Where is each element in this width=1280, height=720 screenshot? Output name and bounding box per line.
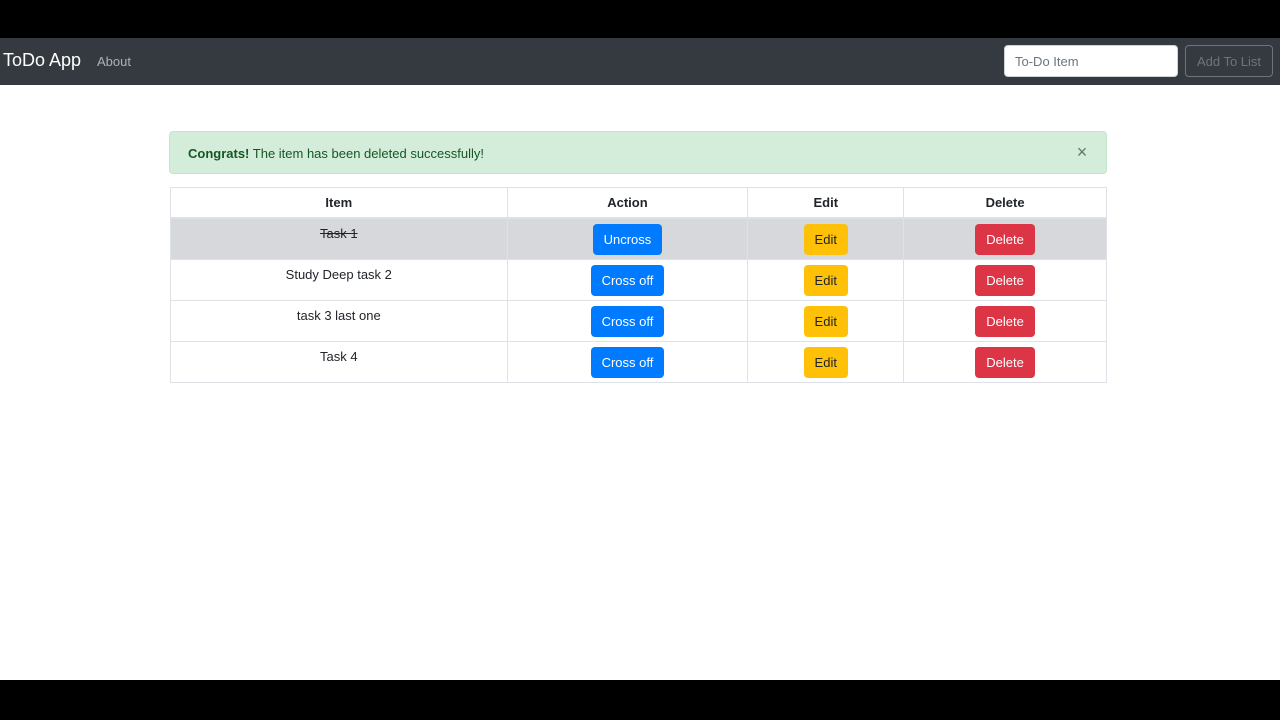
action-cell: Cross off (506, 300, 749, 342)
table-row: Task 4 Cross off Edit Delete (170, 341, 1107, 383)
cross-off-button[interactable]: Cross off (590, 346, 665, 378)
edit-cell: Edit (747, 217, 905, 260)
delete-button[interactable]: Delete (975, 305, 1035, 337)
table-row: Task 1 Uncross Edit Delete (170, 217, 1107, 260)
action-cell: Cross off (506, 259, 749, 301)
delete-cell: Delete (903, 259, 1107, 301)
item-cell: Task 1 (170, 217, 508, 260)
edit-cell: Edit (747, 259, 905, 301)
about-link[interactable]: About (97, 54, 131, 69)
table-header-row: Item Action Edit Delete (170, 187, 1107, 219)
item-cell: Study Deep task 2 (170, 259, 508, 301)
delete-button[interactable]: Delete (975, 346, 1035, 378)
success-alert: Congrats! The item has been deleted succ… (169, 131, 1107, 174)
action-cell: Uncross (506, 217, 749, 260)
alert-text: Congrats! The item has been deleted succ… (188, 146, 484, 161)
edit-button[interactable]: Edit (803, 264, 848, 296)
edit-button[interactable]: Edit (803, 305, 848, 337)
item-text: Task 4 (320, 348, 358, 364)
item-text: task 3 last one (296, 307, 381, 323)
navbar: ToDo App About Add To List (0, 38, 1280, 85)
edit-button[interactable]: Edit (803, 223, 848, 255)
delete-cell: Delete (903, 341, 1107, 383)
table-row: task 3 last one Cross off Edit Delete (170, 300, 1107, 342)
header-delete: Delete (903, 187, 1107, 219)
edit-button[interactable]: Edit (803, 346, 848, 378)
delete-cell: Delete (903, 217, 1107, 260)
close-icon[interactable]: × (1074, 143, 1090, 161)
header-edit: Edit (747, 187, 905, 219)
cross-off-button[interactable]: Cross off (590, 305, 665, 337)
cross-off-button[interactable]: Cross off (590, 264, 665, 296)
delete-button[interactable]: Delete (975, 223, 1035, 255)
letterbox-bottom (0, 680, 1280, 720)
todo-item-input[interactable] (1004, 45, 1178, 77)
edit-cell: Edit (747, 300, 905, 342)
alert-strong: Congrats! (188, 146, 250, 161)
header-item: Item (170, 187, 508, 219)
delete-button[interactable]: Delete (975, 264, 1035, 296)
alert-message: The item has been deleted successfully! (249, 146, 485, 161)
action-cell: Cross off (506, 341, 749, 383)
add-to-list-button[interactable]: Add To List (1185, 45, 1273, 77)
item-cell: Task 4 (170, 341, 508, 383)
app-frame: ToDo App About Add To List Congrats! The… (0, 38, 1280, 680)
item-text: Study Deep task 2 (285, 266, 392, 282)
todo-table: Item Action Edit Delete Task 1 Uncross E… (170, 187, 1107, 383)
item-text: Task 1 (320, 225, 358, 241)
table-row: Study Deep task 2 Cross off Edit Delete (170, 259, 1107, 301)
uncross-button[interactable]: Uncross (592, 223, 663, 255)
brand-link[interactable]: ToDo App (3, 50, 81, 71)
edit-cell: Edit (747, 341, 905, 383)
header-action: Action (506, 187, 749, 219)
delete-cell: Delete (903, 300, 1107, 342)
item-cell: task 3 last one (170, 300, 508, 342)
